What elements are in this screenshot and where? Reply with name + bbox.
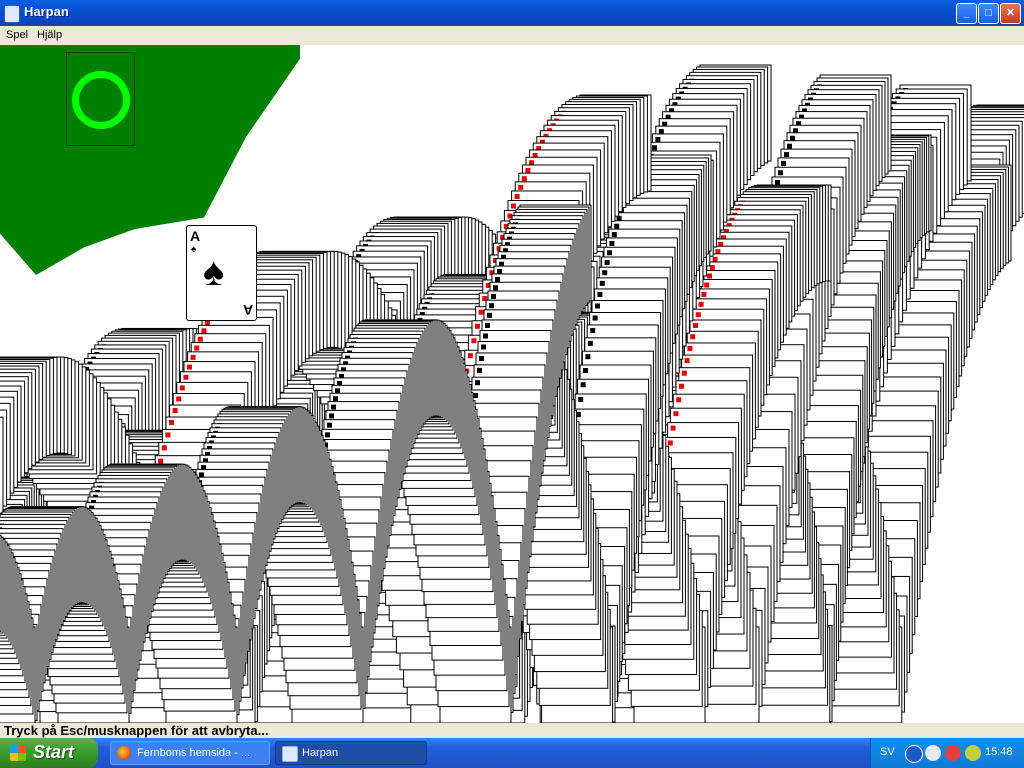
security-icon[interactable] (945, 745, 961, 761)
taskbar: Start Fernboms hemsida - ... Harpan SV 1… (0, 738, 1024, 768)
minimize-button[interactable]: _ (956, 3, 977, 24)
window-title: Harpan (24, 4, 69, 19)
clock: 15:48 (985, 746, 1013, 758)
taskbar-item-label: Harpan (302, 747, 339, 759)
taskbar-item-harpan[interactable]: Harpan (275, 741, 427, 765)
language-indicator[interactable]: SV (880, 746, 895, 758)
deal-again-ring (72, 71, 130, 129)
back-arrow-icon[interactable] (905, 745, 923, 763)
network-icon[interactable] (925, 745, 941, 761)
close-button[interactable]: ✕ (1000, 3, 1021, 24)
game-board[interactable]: A ♠ ♠ A (0, 45, 1024, 723)
app-icon (4, 5, 20, 23)
start-label: Start (33, 742, 75, 762)
title-bar[interactable]: Harpan _ □ ✕ (0, 0, 1024, 26)
card-rank: A (190, 228, 201, 244)
firefox-icon (117, 746, 131, 760)
card-trail-frame (0, 534, 2, 632)
card-rank-bottom: A (242, 302, 253, 318)
ace-of-spades-card: A ♠ ♠ A (186, 225, 257, 321)
status-bar: Tryck på Esc/musknappen för att avbryta.… (0, 723, 1024, 738)
volume-icon[interactable] (965, 745, 981, 761)
maximize-button[interactable]: □ (978, 3, 999, 24)
status-text: Tryck på Esc/musknappen för att avbryta.… (4, 723, 269, 738)
start-button[interactable]: Start (0, 738, 98, 768)
menu-bar: Spel Hjälp (0, 26, 1024, 45)
menu-hjalp[interactable]: Hjälp (37, 29, 62, 41)
menu-spel[interactable]: Spel (6, 29, 28, 41)
card-suit-small: ♠ (191, 244, 197, 255)
taskbar-item-firefox[interactable]: Fernboms hemsida - ... (110, 741, 270, 765)
stock-pile[interactable] (66, 52, 135, 146)
card-trail-frame (0, 416, 4, 514)
harpan-app-icon (282, 746, 298, 762)
windows-logo-icon (10, 745, 26, 761)
taskbar-item-label: Fernboms hemsida - ... (137, 747, 251, 759)
spade-icon: ♠ (203, 250, 225, 294)
system-tray: SV 15:48 (870, 738, 1024, 768)
